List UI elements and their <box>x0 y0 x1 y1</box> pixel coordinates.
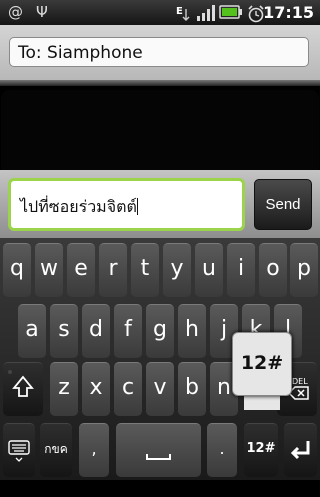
space-key[interactable] <box>116 423 201 477</box>
key-a[interactable]: a <box>18 304 46 358</box>
text-cursor <box>136 198 138 215</box>
key-period[interactable]: . <box>207 423 237 477</box>
key-q[interactable]: q <box>3 243 31 297</box>
shift-icon <box>8 370 34 397</box>
key-v[interactable]: v <box>146 362 174 416</box>
key-e[interactable]: e <box>67 243 95 297</box>
key-f[interactable]: f <box>114 304 142 358</box>
message-thread[interactable] <box>0 86 320 170</box>
space-icon <box>146 454 171 460</box>
key-preview-popup: 12# <box>232 332 292 396</box>
key-comma[interactable]: , <box>79 423 109 477</box>
usb-notification-icon[interactable]: Ψ <box>36 3 48 21</box>
key-d[interactable]: d <box>82 304 110 358</box>
message-input[interactable]: ไปที่ซอยร่วมจิตต์ <box>8 178 245 231</box>
battery-icon <box>219 5 242 19</box>
key-r[interactable]: r <box>99 243 127 297</box>
svg-text:DEL: DEL <box>292 377 308 386</box>
key-preview-stem <box>244 396 280 410</box>
key-t[interactable]: t <box>131 243 159 297</box>
signal-strength-icon <box>197 5 215 21</box>
key-w[interactable]: w <box>35 243 63 297</box>
key-o[interactable]: o <box>259 243 287 297</box>
key-s[interactable]: s <box>50 304 78 358</box>
svg-text:E: E <box>176 6 183 17</box>
recipient-panel: To: Siamphone <box>0 25 320 80</box>
send-button[interactable]: Send <box>254 179 312 230</box>
key-p[interactable]: p <box>290 243 318 297</box>
keyboard-icon <box>8 440 30 462</box>
language-key[interactable]: กขค <box>40 423 72 477</box>
key-x[interactable]: x <box>82 362 110 416</box>
key-u[interactable]: u <box>195 243 223 297</box>
key-y[interactable]: y <box>163 243 191 297</box>
enter-icon <box>290 441 310 460</box>
key-g[interactable]: g <box>146 304 174 358</box>
message-thread-area <box>1 90 319 170</box>
key-i[interactable]: i <box>227 243 255 297</box>
clock-time: 17:15 <box>263 3 314 22</box>
status-bar: @ Ψ E 17:15 <box>0 0 320 25</box>
symbols-key[interactable]: 12# <box>244 423 278 477</box>
shift-key[interactable] <box>3 362 43 416</box>
keyboard-settings-key[interactable] <box>3 423 35 477</box>
message-text: ไปที่ซอยร่วมจิตต์ <box>20 197 137 216</box>
key-h[interactable]: h <box>178 304 206 358</box>
email-notification-icon[interactable]: @ <box>8 3 23 21</box>
key-b[interactable]: b <box>178 362 206 416</box>
key-c[interactable]: c <box>114 362 142 416</box>
compose-bar: ไปที่ซอยร่วมจิตต์ Send <box>0 170 320 238</box>
key-z[interactable]: z <box>50 362 78 416</box>
enter-key[interactable] <box>284 423 317 477</box>
recipient-field[interactable]: To: Siamphone <box>9 37 309 67</box>
network-type-icon: E <box>176 6 190 21</box>
